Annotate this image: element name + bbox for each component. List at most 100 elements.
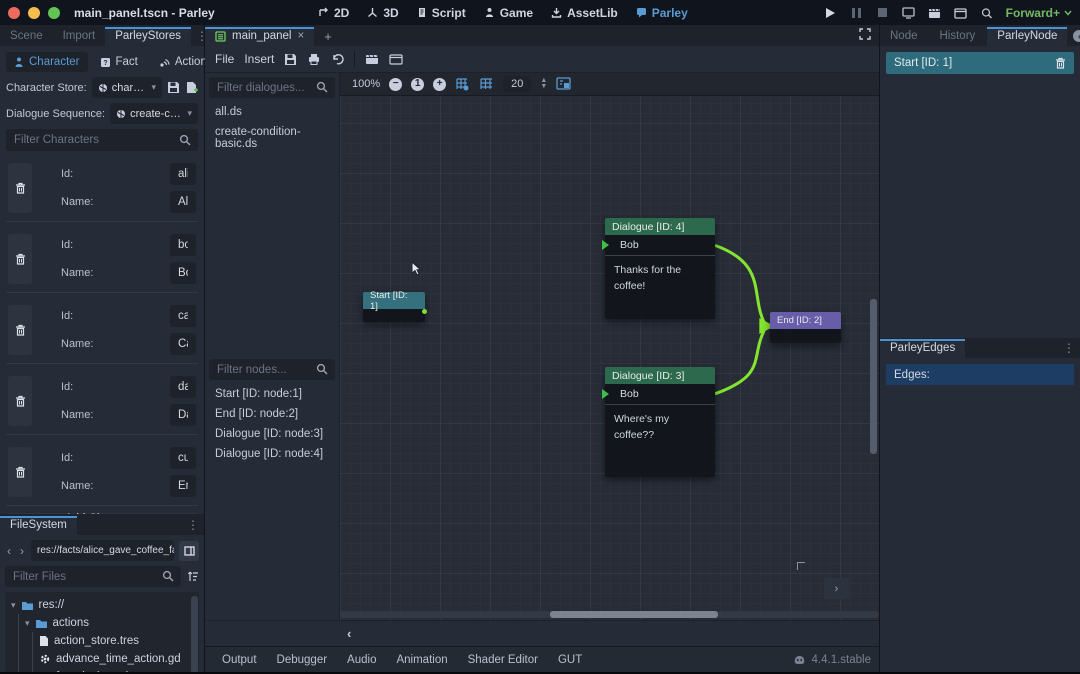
store-tab-fact[interactable]: ? Fact <box>92 52 146 72</box>
edges-header[interactable]: Edges: <box>886 364 1074 385</box>
graph-nav-button[interactable]: › <box>824 578 849 599</box>
menu-parley[interactable]: Parley <box>636 6 688 20</box>
dialogue-sequence-dropdown[interactable]: create-conditi ▾ <box>110 103 198 124</box>
minimap-toggle-icon[interactable] <box>556 77 572 91</box>
tab-parleystores[interactable]: ParleyStores <box>105 27 191 46</box>
tab-history[interactable]: History <box>930 27 986 46</box>
export-icon[interactable] <box>307 53 321 65</box>
menu-assetlib[interactable]: AssetLib <box>551 6 618 20</box>
zoom-in-button[interactable]: + <box>433 78 446 91</box>
tree-item-actions[interactable]: ▾ actions <box>25 614 197 632</box>
close-tab-icon[interactable]: × <box>297 30 304 42</box>
save-store-icon[interactable] <box>167 81 180 94</box>
new-store-icon[interactable] <box>185 81 198 94</box>
graph-node-end[interactable]: End [ID: 2] <box>770 312 841 343</box>
back-icon[interactable]: ‹ <box>5 544 13 558</box>
new-tab-button[interactable]: + <box>314 27 342 46</box>
insert-menu[interactable]: Insert <box>244 52 274 66</box>
movie-maker-icon[interactable] <box>954 6 968 20</box>
tree-item-advance-time-action[interactable]: advance_time_action.gd <box>39 650 197 668</box>
play-port-icon[interactable] <box>602 389 609 399</box>
node-list-item[interactable]: Dialogue [ID: node:3] <box>209 424 335 444</box>
tab-filesystem[interactable]: FileSystem <box>0 516 77 535</box>
forward-icon[interactable]: › <box>18 544 26 558</box>
trash-icon[interactable] <box>1055 57 1066 69</box>
tree-item-res[interactable]: ▾ res:// <box>11 596 197 614</box>
graph-vscrollbar[interactable] <box>870 299 877 454</box>
delete-character-button[interactable] <box>8 376 32 426</box>
menu-3d[interactable]: 3D <box>367 6 398 20</box>
character-name-field[interactable] <box>170 475 196 497</box>
current-path[interactable]: res://facts/alice_gave_coffee_fact.g <box>31 540 174 561</box>
tab-output[interactable]: Output <box>213 650 266 670</box>
tab-parleynode[interactable]: ParleyNode <box>987 27 1067 46</box>
dock-options-icon[interactable]: ⋮ <box>182 518 204 535</box>
tab-animation[interactable]: Animation <box>387 650 456 670</box>
undo-icon[interactable] <box>331 53 344 65</box>
snap-grid-icon[interactable] <box>455 77 470 91</box>
grid-size-field[interactable]: 20 <box>503 76 531 92</box>
history-back-icon[interactable]: ‹ <box>1073 30 1080 42</box>
character-id-field[interactable] <box>170 447 196 469</box>
remote-debug-icon[interactable] <box>902 6 916 20</box>
node-list-item[interactable]: Dialogue [ID: node:4] <box>209 444 335 464</box>
tab-parleyedges[interactable]: ParleyEdges <box>880 339 965 358</box>
dock-options-icon[interactable]: ⋮ <box>1058 341 1080 358</box>
tab-gut[interactable]: GUT <box>549 650 591 670</box>
tab-scene[interactable]: Scene <box>0 27 53 46</box>
sort-icon[interactable] <box>186 570 199 583</box>
filter-files-input[interactable] <box>5 566 181 587</box>
start-output-port[interactable] <box>422 309 427 314</box>
grid-toggle-icon[interactable] <box>479 77 494 91</box>
delete-character-button[interactable] <box>8 447 32 497</box>
zoom-out-button[interactable]: − <box>389 78 402 91</box>
dialogue-graph[interactable]: 100% − 1 + 20 ▲▼ <box>340 73 879 620</box>
test-dialogue-from-node-icon[interactable] <box>389 53 403 65</box>
character-store-dropdown[interactable]: charact ▾ <box>92 77 162 98</box>
character-name-field[interactable] <box>170 191 196 213</box>
test-dialogue-icon[interactable] <box>365 53 379 65</box>
split-view-button[interactable] <box>179 541 199 561</box>
tree-scrollbar[interactable] <box>191 596 198 672</box>
graph-node-start[interactable]: Start [ID: 1] <box>363 292 425 322</box>
graph-node-dialogue-4[interactable]: Dialogue [ID: 4] Bob Thanks for the coff… <box>605 218 715 319</box>
stop-button[interactable] <box>876 6 890 20</box>
tab-main-panel[interactable]: main_panel × <box>205 27 314 46</box>
tab-shader-editor[interactable]: Shader Editor <box>459 650 547 670</box>
zoom-reset-button[interactable]: 1 <box>411 78 424 91</box>
character-id-field[interactable] <box>170 305 196 327</box>
play-button[interactable] <box>824 6 838 20</box>
menu-game[interactable]: Game <box>484 6 533 20</box>
character-name-field[interactable] <box>170 404 196 426</box>
file-menu[interactable]: File <box>215 52 234 66</box>
graph-node-dialogue-3[interactable]: Dialogue [ID: 3] Bob Where's my coffee?? <box>605 367 715 477</box>
pause-button[interactable] <box>850 6 864 20</box>
tree-item-found-clue[interactable]: found_clue.gd <box>39 668 197 672</box>
node-list-item[interactable]: Start [ID: node:1] <box>209 384 335 404</box>
character-id-field[interactable] <box>170 234 196 256</box>
close-window-button[interactable] <box>8 7 20 19</box>
minimize-window-button[interactable] <box>28 7 40 19</box>
menu-2d[interactable]: 2D <box>318 6 349 20</box>
save-icon[interactable] <box>284 53 297 66</box>
tab-node[interactable]: Node <box>880 27 928 46</box>
character-id-field[interactable] <box>170 376 196 398</box>
delete-character-button[interactable] <box>8 234 32 284</box>
collapse-sidebar-icon[interactable]: ‹ <box>347 626 351 641</box>
profiler-icon[interactable] <box>980 6 994 20</box>
delete-character-button[interactable] <box>8 163 32 213</box>
store-tab-character[interactable]: Character <box>6 52 88 72</box>
zoom-window-button[interactable] <box>48 7 60 19</box>
character-name-field[interactable] <box>170 262 196 284</box>
graph-hscrollbar-track[interactable] <box>340 611 879 618</box>
tree-item-action-store[interactable]: action_store.tres <box>39 632 197 650</box>
filter-characters-input[interactable] <box>6 129 198 151</box>
run-movie-icon[interactable] <box>928 6 942 20</box>
expand-icon[interactable] <box>859 28 871 46</box>
tab-debugger[interactable]: Debugger <box>268 650 337 670</box>
play-port-icon[interactable] <box>602 240 609 250</box>
grid-size-spinner[interactable]: ▲▼ <box>540 78 547 91</box>
character-name-field[interactable] <box>170 333 196 355</box>
delete-character-button[interactable] <box>8 305 32 355</box>
graph-hscrollbar-thumb[interactable] <box>550 611 718 618</box>
